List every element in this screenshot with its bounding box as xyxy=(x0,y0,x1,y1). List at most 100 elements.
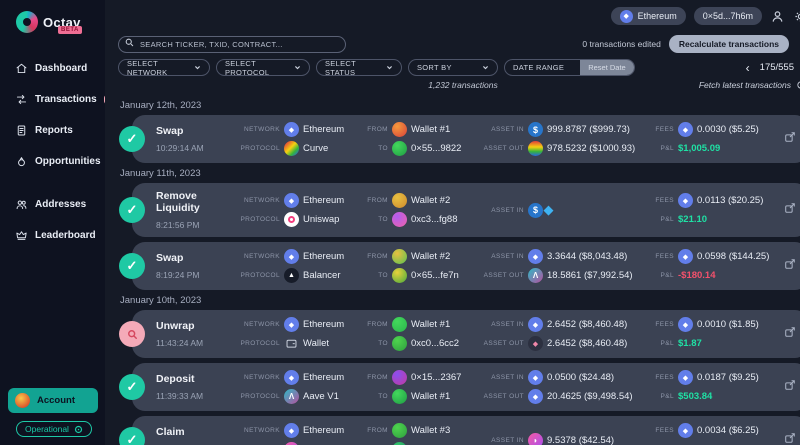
prev-page-icon[interactable]: ‹ xyxy=(746,62,750,74)
type-column: Claim7:11:44 AM xyxy=(156,423,240,445)
asset-out-value: 2.6452 ($8,460.48) xyxy=(547,338,627,349)
pnl-label: P&L xyxy=(652,272,674,279)
protocol-label: PROTOCOL xyxy=(240,216,280,223)
transaction-type: Deposit xyxy=(156,373,240,385)
fees-label: FEES xyxy=(652,321,674,328)
from-to-column: FROMWallet #1TO0×55...9822 xyxy=(364,122,480,156)
eth-icon: ◆ xyxy=(528,370,543,385)
sidebar-item-transactions[interactable]: Transactions528 xyxy=(0,84,105,115)
chevron-down-icon xyxy=(386,64,393,71)
sidebar-item-label: Transactions xyxy=(35,94,97,105)
external-link-icon[interactable] xyxy=(784,201,796,219)
from-label: FROM xyxy=(364,427,388,434)
transaction-type: Swap xyxy=(156,125,240,137)
wallet-address-button[interactable]: 0×5d...7h6m xyxy=(694,7,762,25)
protocol-value: Curve xyxy=(303,143,328,154)
sidebar-item-label: Addresses xyxy=(35,199,86,210)
pagination: ‹ 175/555 › xyxy=(746,62,800,74)
select-network-dropdown[interactable]: SELECT NETWORK xyxy=(118,59,210,76)
asset-in-label: ASSET IN xyxy=(480,374,524,381)
type-column: Deposit11:39:33 AM xyxy=(156,370,240,404)
to-value: Wallet #1 xyxy=(411,391,450,402)
asset-out-value: 978.5232 ($1000.93) xyxy=(547,143,635,154)
from-label: FROM xyxy=(364,253,388,260)
eth-icon: ◆ xyxy=(678,317,693,332)
status-check-icon: ✓ xyxy=(119,427,145,445)
sidebar-item-leaderboard[interactable]: Leaderboard xyxy=(0,220,105,251)
transaction-row[interactable]: ✓Swap10:29:14 AMNETWORK◆EthereumPROTOCOL… xyxy=(132,115,800,163)
sidebar-item-addresses[interactable]: Addresses xyxy=(0,189,105,220)
external-link-icon[interactable] xyxy=(784,257,796,275)
search-input[interactable] xyxy=(118,36,346,53)
profile-icon[interactable] xyxy=(770,9,785,24)
external-link-icon[interactable] xyxy=(784,431,796,445)
sidebar-item-opportunities[interactable]: Opportunities xyxy=(0,146,105,177)
transaction-row[interactable]: ✓Remove Liquidity8:21:56 PMNETWORK◆Ether… xyxy=(132,183,800,237)
fees-label: FEES xyxy=(652,374,674,381)
date-range-input[interactable]: DATE RANGE xyxy=(505,60,580,75)
reset-date-button[interactable]: Reset Date xyxy=(580,60,634,75)
to-value: 0xc0...6cc2 xyxy=(411,338,459,349)
protocol-value: Uniswap xyxy=(303,214,339,225)
external-link-icon[interactable] xyxy=(784,325,796,343)
account-button[interactable]: Account xyxy=(8,388,98,413)
eth-icon: ◆ xyxy=(284,249,299,264)
wallet-avatar xyxy=(392,370,407,385)
from-label: FROM xyxy=(364,126,388,133)
wallet-avatar xyxy=(392,336,407,351)
curve-icon xyxy=(284,141,299,156)
wallet-avatar xyxy=(392,193,407,208)
sidebar-item-dashboard[interactable]: Dashboard xyxy=(0,53,105,84)
sidebar-item-label: Reports xyxy=(35,125,73,136)
network-label: NETWORK xyxy=(240,197,280,204)
aave-icon: Λ xyxy=(528,268,543,283)
protocol-label: PROTOCOL xyxy=(240,272,280,279)
select-protocol-label: SELECT PROTOCOL xyxy=(225,59,286,77)
sidebar-item-label: Dashboard xyxy=(35,63,87,74)
transaction-row[interactable]: ✓Claim7:11:44 AMNETWORK◆EthereumPROTOCOL… xyxy=(132,416,800,445)
external-link-icon[interactable] xyxy=(784,130,796,148)
eth-icon: ◆ xyxy=(678,193,693,208)
usdc-icon: $ xyxy=(528,122,543,137)
app-logo: Octav BETA xyxy=(0,0,105,33)
main-content: ◆ Ethereum 0×5d...7h6m 0 transactions ed… xyxy=(105,0,800,445)
wallet-avatar xyxy=(392,249,407,264)
network-selector-button[interactable]: ◆ Ethereum xyxy=(611,7,686,25)
transaction-row[interactable]: ✓Deposit11:39:33 AMNETWORK◆EthereumPROTO… xyxy=(132,363,800,411)
date-group-header: January 11th, 2023 xyxy=(120,168,800,179)
asset-out-value: 20.4625 ($9,498.54) xyxy=(547,391,633,402)
wallet-avatar xyxy=(392,212,407,227)
transaction-type: Claim xyxy=(156,426,240,438)
fetch-latest-button[interactable]: Fetch latest transactions xyxy=(699,80,800,90)
eth-icon: ◆ xyxy=(678,423,693,438)
eth-icon: ◆ xyxy=(284,122,299,137)
operational-status-pill[interactable]: Operational xyxy=(16,421,92,437)
external-link-icon[interactable] xyxy=(784,378,796,396)
from-label: FROM xyxy=(364,374,388,381)
from-label: FROM xyxy=(364,321,388,328)
network-value: Ethereum xyxy=(303,251,344,262)
reports-icon xyxy=(15,124,28,137)
transaction-row[interactable]: ✓Swap8:19:24 PMNETWORK◆EthereumPROTOCOL▲… xyxy=(132,242,800,290)
sort-by-dropdown[interactable]: SORT BY xyxy=(408,59,498,76)
protocol-label: PROTOCOL xyxy=(240,393,280,400)
select-protocol-dropdown[interactable]: SELECT PROTOCOL xyxy=(216,59,310,76)
asset-in-label: ASSET IN xyxy=(480,253,524,260)
asset-out-label: ASSET OUT xyxy=(480,393,524,400)
type-column: Swap8:19:24 PM xyxy=(156,249,240,283)
select-status-label: SELECT STATUS xyxy=(325,59,378,77)
recalculate-button[interactable]: Recalculate transactions xyxy=(669,35,789,53)
sidebar-item-reports[interactable]: Reports xyxy=(0,115,105,146)
sidebar-nav: Dashboard Transactions528 Reports Opportuni… xyxy=(0,53,105,251)
transaction-type: Remove Liquidity xyxy=(156,190,240,214)
select-status-dropdown[interactable]: SELECT STATUS xyxy=(316,59,402,76)
fees-value: 0.0113 ($20.25) xyxy=(697,195,763,206)
from-value: 0×15...2367 xyxy=(411,372,461,383)
status-review-icon xyxy=(119,321,145,347)
transaction-row[interactable]: Unwrap11:43:24 AMNETWORK◆EthereumPROTOCO… xyxy=(132,310,800,358)
transaction-time: 11:43:24 AM xyxy=(156,338,240,348)
settings-gear-icon[interactable] xyxy=(793,9,800,24)
to-label: TO xyxy=(364,272,388,279)
network-label: NETWORK xyxy=(240,253,280,260)
asset-in-label: ASSET IN xyxy=(480,437,524,444)
